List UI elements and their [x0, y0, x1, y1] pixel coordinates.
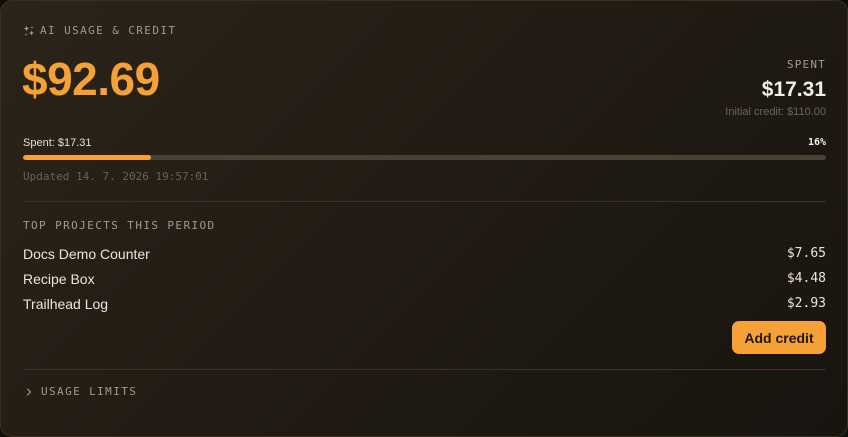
divider — [23, 201, 826, 202]
balance-amount: $92.69 — [22, 53, 160, 105]
divider — [23, 369, 826, 370]
project-cost: $2.93 — [786, 296, 826, 311]
add-credit-button[interactable]: Add credit — [732, 321, 826, 354]
progress-bar — [23, 155, 826, 160]
spent-caption: SPENT — [786, 58, 826, 71]
project-name: Trailhead Log — [23, 295, 109, 312]
list-item: Recipe Box $4.48 — [23, 266, 826, 291]
sparkles-icon — [23, 25, 35, 37]
usage-credit-card: AI USAGE & CREDIT $92.69 SPENT $17.31 In… — [0, 0, 848, 437]
progress-percent: 16% — [807, 137, 826, 148]
list-item: Trailhead Log $2.93 — [23, 291, 826, 316]
project-name: Recipe Box — [23, 270, 95, 287]
progress-header: Spent: $17.31 16% — [23, 137, 826, 149]
chevron-right-icon — [23, 386, 35, 398]
spent-summary: SPENT $17.31 Initial credit: $110.00 — [725, 58, 826, 120]
project-cost: $4.48 — [786, 271, 826, 286]
initial-credit: Initial credit: $110.00 — [725, 106, 826, 118]
project-name: Docs Demo Counter — [23, 245, 150, 262]
project-list: Docs Demo Counter $7.65 Recipe Box $4.48… — [23, 241, 826, 316]
updated-timestamp: Updated 14. 7. 2026 19:57:01 — [23, 170, 209, 183]
progress-bar-fill — [23, 155, 152, 160]
top-projects-title: TOP PROJECTS THIS PERIOD — [23, 219, 216, 232]
spent-amount: $17.31 — [761, 78, 826, 101]
usage-limits-toggle[interactable]: USAGE LIMITS — [23, 385, 137, 398]
card-title: AI USAGE & CREDIT — [40, 24, 177, 37]
list-item: Docs Demo Counter $7.65 — [23, 241, 826, 266]
progress-label: Spent: $17.31 — [23, 137, 92, 149]
usage-limits-label: USAGE LIMITS — [41, 385, 138, 398]
project-cost: $7.65 — [786, 246, 826, 261]
card-header: AI USAGE & CREDIT — [23, 24, 176, 37]
